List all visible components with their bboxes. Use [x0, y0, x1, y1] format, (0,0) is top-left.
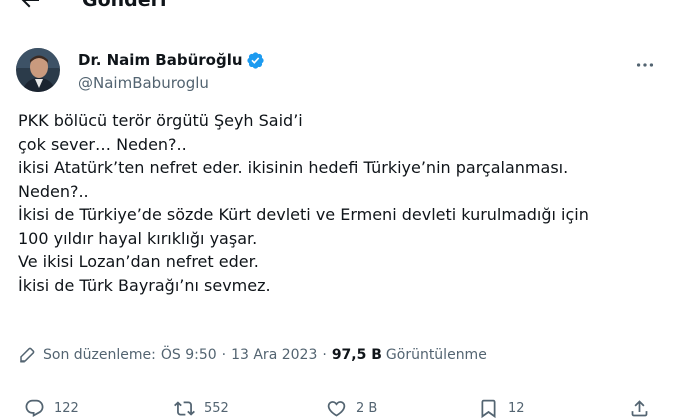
retweet-icon [174, 401, 195, 416]
tweet-meta: Son düzenleme: ÖS 9:50 · 13 Ara 2023 · 9… [18, 344, 487, 366]
share-button[interactable] [629, 398, 659, 419]
tweet-line: çok sever… Neden?.. [18, 134, 187, 154]
top-bar: Gönderi [0, 0, 676, 20]
separator: · [322, 347, 327, 363]
views-count[interactable]: 97,5 B [332, 347, 382, 363]
like-button[interactable]: 2 B [326, 398, 377, 419]
avatar[interactable] [16, 48, 60, 92]
like-count: 2 B [356, 401, 378, 416]
heart-icon [327, 401, 346, 417]
reply-count: 122 [54, 401, 79, 416]
tweet-date[interactable]: 13 Ara 2023 [231, 347, 317, 363]
tweet-line: Neden?.. [18, 181, 89, 201]
retweet-button[interactable]: 552 [174, 398, 229, 419]
tweet-line: PKK bölücü terör örgütü Şeyh Said’i [18, 111, 303, 130]
avatar-image [16, 48, 60, 92]
author-header: Dr. Naim Babüroğlu @NaimBaburoglu [16, 46, 660, 94]
share-icon [631, 400, 648, 417]
bookmark-button[interactable]: 12 [478, 398, 525, 419]
reply-icon [25, 399, 44, 417]
user-handle[interactable]: @NaimBaburoglu [78, 73, 209, 93]
name-row: Dr. Naim Babüroğlu [78, 50, 265, 70]
tweet-line: ikisi Atatürk’ten nefret eder. ikisinin … [18, 158, 569, 177]
bookmark-count: 12 [508, 401, 525, 416]
tweet-line: Ve ikisi Lozan’dan nefret eder. [18, 252, 259, 271]
bookmark-icon [481, 399, 496, 419]
verified-badge-icon[interactable] [246, 51, 265, 70]
edited-label[interactable]: Son düzenleme: [43, 347, 156, 363]
retweet-count: 552 [204, 401, 229, 416]
tweet-text: PKK bölücü terör örgütü Şeyh Said’i çok … [18, 109, 658, 297]
tweet-line: İkisi de Türk Bayrağı’nı sevmez. [18, 275, 271, 295]
pencil-edit-icon [20, 347, 35, 363]
reply-button[interactable]: 122 [24, 398, 79, 419]
display-name[interactable]: Dr. Naim Babüroğlu [78, 50, 243, 70]
action-bar: 122 552 2 B 12 [0, 398, 676, 420]
page-title: Gönderi [82, 0, 167, 11]
tweet-line: İkisi de Türkiye’de sözde Kürt devleti v… [18, 205, 589, 224]
more-options-icon[interactable] [634, 54, 656, 76]
separator: · [221, 347, 227, 363]
views-label[interactable]: Görüntülenme [386, 347, 487, 363]
tweet-line: 100 yıldır hayal kırıklığı yaşar. [18, 228, 258, 248]
tweet-time[interactable]: ÖS 9:50 [161, 347, 217, 363]
arrow-left-icon[interactable] [18, 0, 42, 12]
